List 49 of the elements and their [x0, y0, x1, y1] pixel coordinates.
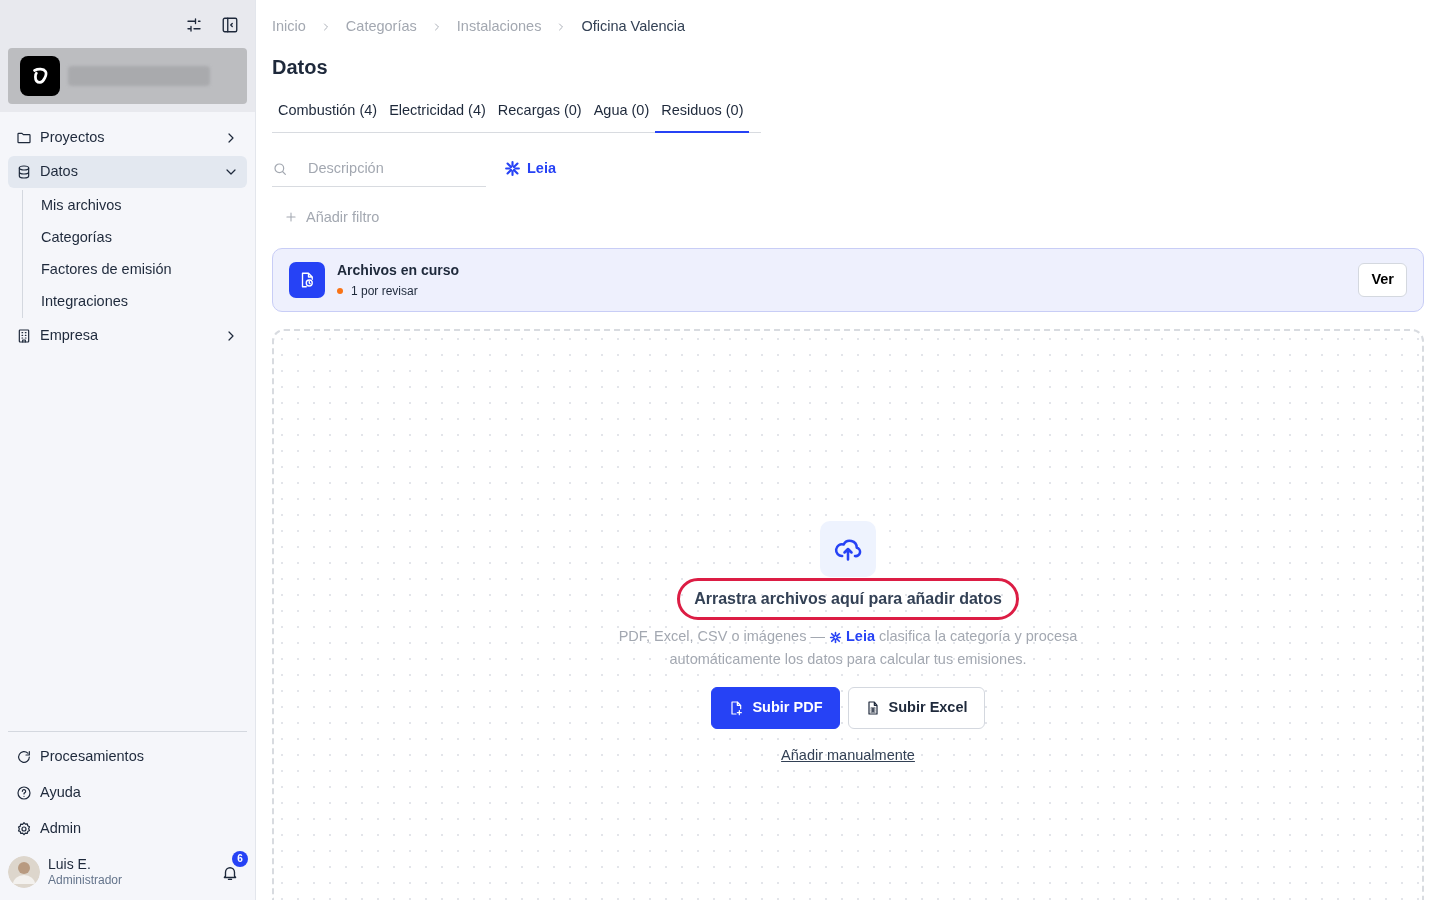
avatar — [8, 855, 40, 888]
submenu-item[interactable]: Integraciones — [33, 286, 255, 318]
sidebar-item[interactable]: Proyectos — [8, 122, 247, 154]
sidebar-item[interactable]: Admin — [8, 811, 247, 846]
status-text: 1 por revisar — [351, 283, 418, 299]
nav-icon — [16, 820, 32, 837]
sidebar-item[interactable]: Datos — [8, 156, 247, 188]
file-plus-icon — [728, 700, 745, 717]
sidebar-item[interactable]: Empresa — [8, 320, 247, 352]
nav-icon — [16, 748, 32, 765]
plus-icon — [284, 210, 298, 225]
nav-icon — [16, 784, 32, 801]
user-name: Luis E. — [48, 855, 92, 873]
nav-icon — [16, 130, 32, 146]
sparkle-icon — [829, 630, 842, 644]
assistant-link[interactable]: Leia — [829, 628, 876, 645]
settings-icon — [185, 15, 203, 34]
collapse-sidebar-icon — [221, 15, 239, 34]
tab[interactable]: Electricidad (4) — [383, 99, 492, 133]
sidebar-item[interactable]: Ayuda — [8, 775, 247, 810]
search-field[interactable]: Descripción — [272, 150, 486, 187]
nav-icon — [16, 328, 32, 344]
submenu-item[interactable]: Factores de emisión — [33, 254, 255, 286]
tab[interactable]: Residuos (0) — [655, 99, 750, 133]
sparkle-icon — [504, 160, 521, 177]
nav-icon — [16, 164, 32, 180]
page-title: Datos — [272, 54, 329, 80]
organization-switcher[interactable] — [8, 48, 247, 104]
sidebar-item[interactable]: Procesamientos — [8, 739, 247, 774]
logo-icon — [20, 56, 60, 96]
breadcrumb: Oficina Valencia — [581, 17, 686, 36]
submenu-item[interactable]: Mis archivos — [33, 190, 255, 222]
tab[interactable]: Recargas (0) — [491, 99, 588, 133]
assistant-button[interactable]: Leia — [504, 157, 556, 180]
view-button[interactable]: Ver — [1358, 263, 1407, 298]
search-icon — [272, 160, 288, 177]
upload-cloud-icon — [820, 521, 876, 578]
upload-button[interactable]: Subir PDF — [711, 687, 840, 729]
upload-button[interactable]: Subir Excel — [847, 687, 985, 729]
submenu-item[interactable]: Categorías — [33, 222, 255, 254]
dropzone-description: PDF, Excel, CSV o imágenes — Leia clasifica la categoría y procesa automáticamente los datos para calcular tus emisiones. — [617, 627, 1079, 670]
notification-count: 6 — [232, 850, 248, 867]
banner-title: Archivos en curso — [337, 262, 460, 280]
user-role: Administrador — [48, 873, 124, 888]
manual-entry-link[interactable]: Añadir manualmente — [781, 745, 915, 767]
dropzone-title: Arrastra archivos aquí para añadir datos — [680, 581, 1016, 618]
tab[interactable]: Agua (0) — [587, 99, 656, 133]
file-clock-icon — [289, 262, 325, 299]
tab[interactable]: Combustión (4) — [272, 99, 384, 133]
